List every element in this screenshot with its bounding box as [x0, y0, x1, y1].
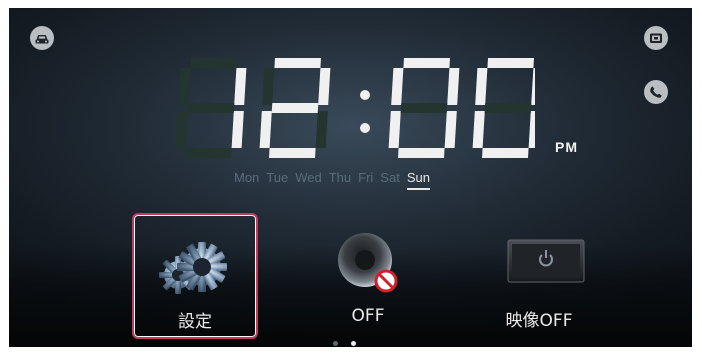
digit-3-seg-f	[475, 68, 488, 105]
speaker-off-icon	[338, 233, 398, 293]
digit-1-seg-f	[262, 68, 275, 105]
digit-3-seg-d	[482, 148, 529, 158]
clock-digits	[175, 58, 535, 158]
digit-2-seg-d	[398, 148, 445, 158]
clock-colon	[360, 90, 370, 133]
settings-label: 設定	[178, 312, 212, 332]
digit-0-seg-a	[190, 58, 237, 68]
digit-1-seg-a	[274, 58, 321, 68]
digit-0-seg-g	[187, 103, 235, 113]
weekday-fri: Fri	[358, 170, 374, 185]
digit-0-seg-e	[175, 111, 188, 148]
page-indicator	[333, 341, 356, 346]
car-icon[interactable]	[30, 26, 54, 50]
weekday-row: Mon Tue Wed Thu Fri Sat Sun	[234, 170, 430, 190]
monitor-power-icon	[507, 239, 585, 283]
digit-1-seg-g	[271, 103, 319, 113]
digit-2-seg-e	[388, 111, 401, 148]
gears-icon	[159, 242, 227, 294]
audio-off-button[interactable]: OFF	[305, 212, 431, 340]
digit-2-seg-a	[403, 58, 450, 68]
digit-2-seg-g	[400, 103, 448, 113]
weekday-sat: Sat	[380, 170, 400, 185]
page-dot-1[interactable]	[333, 341, 338, 346]
digit-1-seg-e	[259, 111, 272, 148]
phone-icon[interactable]	[644, 80, 668, 104]
digit-0-seg-f	[178, 68, 191, 105]
weekday-sun: Sun	[406, 170, 430, 190]
weekday-thu: Thu	[328, 170, 352, 185]
weekday-tue: Tue	[266, 170, 289, 185]
weekday-mon: Mon	[234, 170, 260, 185]
digit-2-seg-f	[391, 68, 404, 105]
digit-0-seg-d	[185, 148, 232, 158]
digit-3-seg-e	[472, 111, 485, 148]
digit-2-seg-b	[447, 68, 460, 105]
audio-off-label: OFF	[351, 306, 385, 326]
digit-2-seg-c	[444, 111, 457, 148]
digit-3-seg-g	[484, 103, 532, 113]
digit-3-seg-a	[487, 58, 534, 68]
digit-1-seg-b	[318, 68, 331, 105]
digit-3-seg-c	[528, 111, 535, 148]
video-off-label: 映像OFF	[505, 311, 573, 331]
digit-0-seg-b	[234, 68, 247, 105]
digit-1-seg-d	[269, 148, 316, 158]
camera-icon[interactable]	[644, 26, 668, 50]
settings-button[interactable]: 設定	[132, 213, 258, 339]
am-pm-indicator: PM	[555, 139, 578, 155]
digit-0-seg-c	[231, 111, 244, 148]
digit-1-seg-c	[315, 111, 328, 148]
digit-3-seg-b	[531, 68, 535, 105]
clock-display[interactable]	[175, 58, 535, 162]
video-off-button[interactable]: 映像OFF	[476, 212, 602, 340]
weekday-wed: Wed	[295, 170, 322, 185]
page-dot-2[interactable]	[351, 341, 356, 346]
